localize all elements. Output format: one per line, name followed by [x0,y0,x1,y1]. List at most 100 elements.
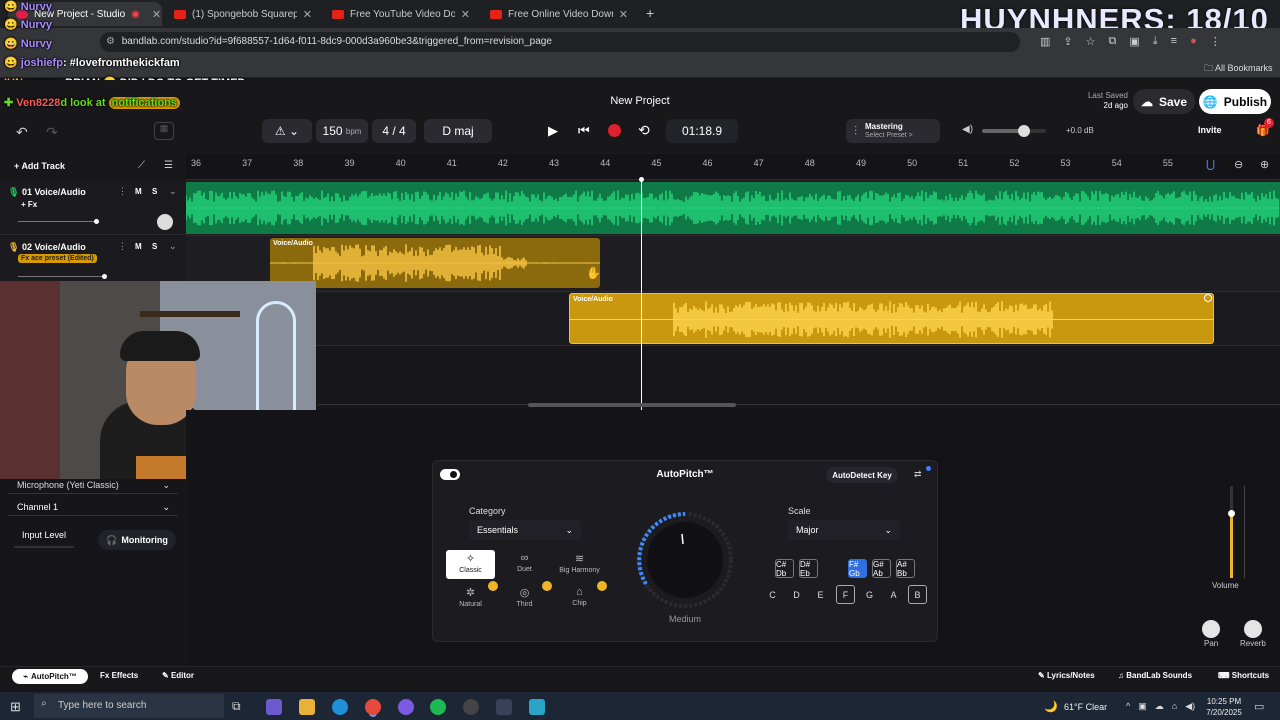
track-2-menu-icon[interactable]: ⋮ [118,241,127,252]
file-explorer-icon[interactable] [299,699,315,715]
mode-big-harmony[interactable]: ≋ Big Harmony [555,552,604,574]
microphone-select[interactable]: Microphone (Yeti Classic) ⌄ [8,476,178,494]
taskbar-clock[interactable]: 10:25 PM 7/20/2025 [1202,696,1246,718]
save-button[interactable]: ☁ Save [1133,89,1195,114]
volume-icon[interactable]: ◀) [1185,701,1195,712]
audio-clip-track-2[interactable]: Voice/Audio [270,238,600,288]
track-2-solo[interactable]: S [152,242,157,251]
windows-start-icon[interactable]: ⊞ [10,699,21,715]
note-f[interactable]: F [836,585,855,604]
add-track-button[interactable]: + Add Track [14,161,65,171]
network-icon[interactable]: ⌂ [1172,701,1177,712]
track-1-menu-icon[interactable]: ⋮ [118,186,127,197]
track-2-fx-preset[interactable]: Fx ace preset (Edited) [18,254,97,263]
all-bookmarks-button[interactable]: 🗀 All Bookmarks [1204,61,1273,77]
menu-kebab-icon[interactable]: ⋮ [1210,35,1221,48]
audio-clip-track-3[interactable]: Voice/Audio [569,293,1214,344]
chevron-up-icon[interactable]: ^ [1126,701,1130,712]
new-tab-icon[interactable]: + [646,5,654,21]
download-icon[interactable]: ⤓ [1153,35,1158,48]
grid-icon[interactable]: ▦ [154,122,174,140]
track-2-mute[interactable]: M [135,242,142,251]
key-field[interactable]: D maj [424,119,492,143]
play-icon[interactable]: ▶ [548,123,558,139]
app-tray-icon[interactable]: ▣ [1138,701,1147,712]
tab-effects[interactable]: Fx Effects [100,671,138,680]
tab-youtube-downloader[interactable]: Free YouTube Video Download ✕ [324,2,478,26]
notifications-icon[interactable]: ▭ [1254,700,1264,713]
key-asharp[interactable]: A# Bb [896,559,915,578]
autodetect-key-button[interactable]: AutoDetect Key [826,467,898,483]
fader-handle[interactable] [1228,510,1235,517]
reverb-knob[interactable] [1244,620,1262,638]
pan-knob[interactable] [1202,620,1220,638]
volume-fader[interactable] [1228,486,1235,578]
tab-editor[interactable]: ✎ Editor [162,671,194,680]
timeline-scrollbar[interactable] [528,403,736,407]
speaker-mute-icon[interactable]: ◀) [962,124,973,135]
playhead-handle[interactable] [639,177,644,182]
category-select[interactable]: Essentials ⌄ [469,520,581,540]
share-icon[interactable]: ⇪ [1063,35,1072,48]
track-2-name[interactable]: 🎙 02 Voice/Audio [8,242,86,253]
monitoring-button[interactable]: 🎧 Monitoring [98,530,176,550]
key-dsharp[interactable]: D# Eb [799,559,818,578]
track-1-name[interactable]: 🎙 01 Voice/Audio [8,187,86,198]
tab-autopitch[interactable]: ⌁ AutoPitch™ [12,669,88,684]
mode-chip[interactable]: ⌂ Chip [555,586,604,607]
obs-icon[interactable] [463,699,479,715]
media-icon[interactable]: ≡ [1171,35,1177,48]
note-a[interactable]: A [884,585,903,604]
track-1-volume-slider[interactable] [18,219,99,224]
extensions-icon[interactable]: ⧉ [1109,35,1117,48]
track-1-mute[interactable]: M [135,187,142,196]
bookmark-star-icon[interactable]: ☆ [1086,35,1096,48]
settings-sliders-icon[interactable]: ⇄ [914,469,922,480]
note-e[interactable]: E [811,585,830,604]
empty-lane-area[interactable] [186,346,1280,406]
chevron-down-icon[interactable]: ⌄ [169,186,177,197]
track-1-pan-knob[interactable] [157,214,173,230]
track-1-fx[interactable]: + Fx [21,200,37,209]
taskbar-search-field[interactable]: ⌕ Type here to search [34,694,224,718]
tempo-field[interactable]: 150 bpm [316,119,368,143]
close-tab-icon[interactable]: ✕ [152,8,161,21]
close-tab-icon[interactable]: ✕ [303,8,312,21]
mastering-button[interactable]: ⫶ Mastering Select Preset > [846,119,940,143]
bandlab-sounds-button[interactable]: ♫ BandLab Sounds [1118,671,1192,680]
mode-natural[interactable]: ✲ Natural [446,586,495,608]
tab-spongebob[interactable]: (1) Spongebob Squarepants - C ✕ [166,2,320,26]
time-signature-field[interactable]: 4 / 4 [372,119,416,143]
magnet-snap-icon[interactable]: ⋃ [1206,158,1215,171]
redo-icon[interactable]: ↷ [46,124,58,141]
profile-avatar-icon[interactable]: ● [1190,35,1197,48]
loop-icon[interactable]: ⟲ [638,122,650,139]
scale-select[interactable]: Major ⌄ [788,520,900,540]
lyrics-notes-button[interactable]: ✎ Lyrics/Notes [1038,671,1095,680]
chevron-down-icon[interactable]: ⌄ [169,241,177,252]
metronome-dropdown[interactable]: ⚠ ⌄ [262,119,312,143]
record-icon[interactable] [608,124,621,137]
onedrive-icon[interactable]: ☁ [1155,701,1164,712]
mode-duet[interactable]: ∞ Duet [500,552,549,573]
key-csharp[interactable]: C# Db [775,559,794,578]
tracks-settings-icon[interactable]: ☰ [164,160,173,171]
copilot-icon[interactable] [266,699,282,715]
mode-third[interactable]: ◎ Third [500,586,549,608]
discord-icon[interactable] [398,699,414,715]
close-tab-icon[interactable]: ✕ [461,8,470,21]
key-gsharp[interactable]: G# Ab [872,559,891,578]
app-icon-2[interactable] [529,699,545,715]
note-c[interactable]: C [763,585,782,604]
zoom-in-icon[interactable]: ⊕ [1260,158,1269,171]
autopitch-toggle[interactable] [440,469,460,480]
strength-knob[interactable] [632,512,744,612]
site-info-icon[interactable]: ⚙ [106,36,115,47]
zoom-out-icon[interactable]: ⊖ [1234,158,1243,171]
tab-online-downloader[interactable]: Free Online Video Downloader ✕ [482,2,636,26]
key-fsharp[interactable]: F# Gb [848,559,867,578]
project-title[interactable]: New Project [540,95,740,107]
close-tab-icon[interactable]: ✕ [619,8,628,21]
note-b[interactable]: B [908,585,927,604]
task-view-icon[interactable]: ⧉ [232,699,241,714]
